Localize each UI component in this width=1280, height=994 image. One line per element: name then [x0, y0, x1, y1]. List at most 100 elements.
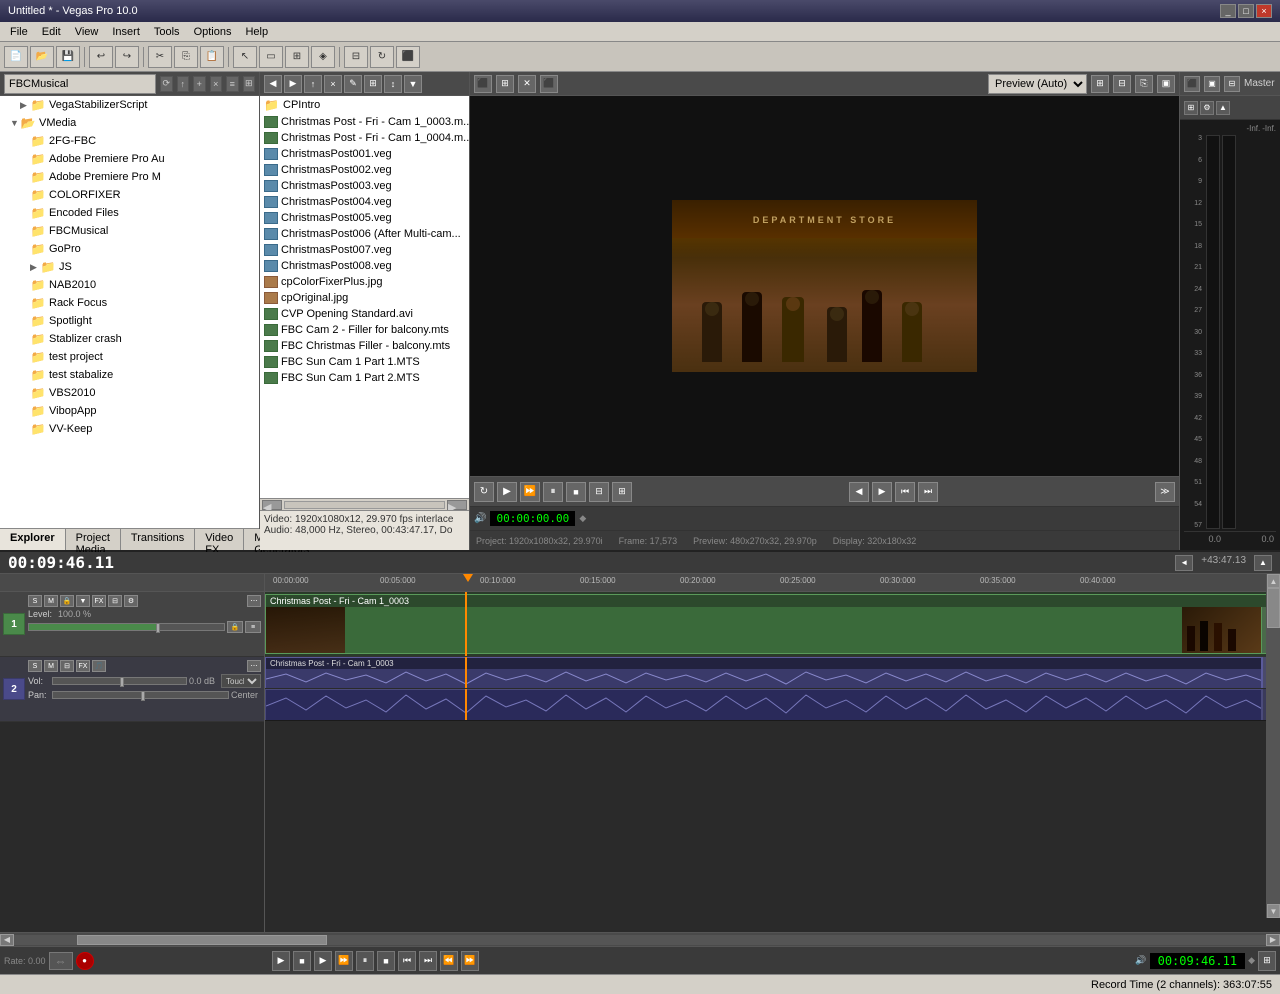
more-btn[interactable]: ≫ — [1155, 482, 1175, 502]
menu-view[interactable]: View — [69, 25, 105, 39]
preview-ctrl-btn2[interactable]: ⊞ — [496, 75, 514, 93]
vol-thumb[interactable] — [120, 677, 124, 687]
transport-pause[interactable]: ⏸ — [356, 951, 374, 971]
track-1-settings[interactable]: ⚙ — [124, 595, 138, 607]
master-ctrl1[interactable]: ▣ — [1204, 76, 1220, 92]
transport-play[interactable]: ▶ — [272, 951, 290, 971]
meter-ctrl1[interactable]: ⊞ — [1184, 101, 1198, 115]
track-1-fx[interactable]: FX — [92, 595, 106, 607]
file-item-cporiginal[interactable]: cpOriginal.jpg — [260, 290, 469, 306]
preview-ctrl-btn[interactable]: ⬛ — [474, 75, 492, 93]
track-1-lock2[interactable]: 🔒 — [227, 621, 243, 633]
scroll-right-btn[interactable]: ▶ — [447, 500, 467, 510]
menu-help[interactable]: Help — [239, 25, 274, 39]
preview-mode-select[interactable]: Preview (Auto) Preview Best Draft — [988, 74, 1087, 94]
h-scroll-track[interactable] — [14, 935, 1266, 945]
file-item-cam1-0004[interactable]: Christmas Post - Fri - Cam 1_0004.m... — [260, 130, 469, 146]
cut-button[interactable]: ✂ — [148, 46, 172, 68]
minimize-button[interactable]: _ — [1220, 4, 1236, 18]
render-button[interactable]: ⬛ — [396, 46, 420, 68]
grid-button[interactable]: ⊞ — [243, 76, 256, 92]
folder-plus-button[interactable]: + — [193, 76, 206, 92]
refresh-button[interactable]: ⟳ — [160, 76, 173, 92]
slider-thumb[interactable] — [156, 623, 160, 633]
track-2-touch-select[interactable]: Touch — [221, 674, 261, 688]
file-item-fbc-sun2[interactable]: FBC Sun Cam 1 Part 2.MTS — [260, 370, 469, 386]
stop-btn[interactable]: ■ — [566, 482, 586, 502]
transport-play2[interactable]: ▶ — [314, 951, 332, 971]
track-1-solo[interactable]: S — [28, 595, 42, 607]
open-button[interactable]: 📂 — [30, 46, 54, 68]
next-frame-btn[interactable]: ▶ — [872, 482, 892, 502]
view-button[interactable]: ⊞ — [364, 75, 382, 93]
tl-arrow-left[interactable]: ◄ — [1175, 555, 1193, 571]
close-button[interactable]: × — [1256, 4, 1272, 18]
tool-select[interactable]: ▭ — [259, 46, 283, 68]
h-scroll-thumb[interactable] — [77, 935, 327, 945]
next-button[interactable]: ▶ — [284, 75, 302, 93]
tree-item-teststabalize[interactable]: 📁 test stabalize — [0, 366, 259, 384]
timeline-v-scrollbar[interactable]: ▲ ▼ — [1266, 574, 1280, 918]
track-1-color[interactable]: ⊟ — [108, 595, 122, 607]
h-scroll-left[interactable]: ◀ — [0, 934, 14, 946]
tree-item-stablizer[interactable]: 📁 Stablizer crash — [0, 330, 259, 348]
tree-item-nab2010[interactable]: 📁 NAB2010 — [0, 276, 259, 294]
file-item-fbc-christmas[interactable]: FBC Christmas Filler - balcony.mts — [260, 338, 469, 354]
undo-button[interactable]: ↩ — [89, 46, 113, 68]
tree-item-spotlight[interactable]: 📁 Spotlight — [0, 312, 259, 330]
tab-video-fx[interactable]: Video FX — [195, 529, 244, 550]
audio-clip-bottom[interactable] — [265, 689, 1262, 721]
up-button[interactable]: ↑ — [177, 76, 190, 92]
tab-transitions[interactable]: Transitions — [121, 529, 195, 550]
sort-button[interactable]: ↕ — [384, 75, 402, 93]
file-item-veg003[interactable]: ChristmasPost003.veg — [260, 178, 469, 194]
transport-stop2[interactable]: ■ — [377, 951, 395, 971]
folder-dropdown[interactable] — [4, 74, 156, 94]
preview-ctrl-btn3[interactable]: ✕ — [518, 75, 536, 93]
preview-ctrl-btn4[interactable]: ⬛ — [540, 75, 558, 93]
transport-next[interactable]: ⏭ — [419, 951, 437, 971]
master-ctrl2[interactable]: ⊟ — [1224, 76, 1240, 92]
tl-expand-btn[interactable]: ▲ — [1254, 555, 1272, 571]
audio-track-lane-top[interactable]: Christmas Post - Fri - Cam 1_0003 ↕ — [265, 657, 1280, 689]
meter-ctrl2[interactable]: ⚙ — [1200, 101, 1214, 115]
track-2-solo[interactable]: S — [28, 660, 42, 672]
details-button[interactable]: ≡ — [226, 76, 239, 92]
menu-insert[interactable]: Insert — [106, 25, 146, 39]
v-scroll-up[interactable]: ▲ — [1267, 574, 1280, 588]
tree-item-vibopapp[interactable]: 📁 VibopApp — [0, 402, 259, 420]
audio-track-lane-bottom[interactable]: ↕ — [265, 689, 1280, 721]
tree-item-vegastabilizer[interactable]: ▶ 📁 VegaStabilizerScript — [0, 96, 259, 114]
tree-item-testproject[interactable]: 📁 test project — [0, 348, 259, 366]
tab-project-media[interactable]: Project Media — [66, 529, 121, 550]
paste-button[interactable]: 📋 — [200, 46, 224, 68]
preview-copy-btn[interactable]: ⎘ — [1135, 75, 1153, 93]
meter-ctrl3[interactable]: ▲ — [1216, 101, 1230, 115]
next-event-btn[interactable]: ⏭ — [918, 482, 938, 502]
tree-item-vbs2010[interactable]: 📁 VBS2010 — [0, 384, 259, 402]
preview-external-btn[interactable]: ▣ — [1157, 75, 1175, 93]
play-btn[interactable]: ▶ — [497, 482, 517, 502]
file-list-scrollbar[interactable]: ◀ ▶ — [260, 498, 469, 510]
master-rec-btn[interactable]: ⬛ — [1184, 76, 1200, 92]
file-item-veg008[interactable]: ChristmasPost008.veg — [260, 258, 469, 274]
timeline-h-scrollbar[interactable]: ◀ ▶ — [0, 932, 1280, 946]
audio-clip-top[interactable]: Christmas Post - Fri - Cam 1_0003 — [265, 657, 1262, 689]
menu-tools[interactable]: Tools — [148, 25, 186, 39]
save-button[interactable]: 💾 — [56, 46, 80, 68]
snap-button[interactable]: ⊟ — [344, 46, 368, 68]
tree-item-encoded[interactable]: 📁 Encoded Files — [0, 204, 259, 222]
track-2-pan-slider[interactable] — [52, 691, 229, 699]
tree-item-vmedia[interactable]: ▼ 📂 VMedia — [0, 114, 259, 132]
v-scroll-thumb[interactable] — [1267, 588, 1280, 628]
rename-button[interactable]: ✎ — [344, 75, 362, 93]
copy-button[interactable]: ⎘ — [174, 46, 198, 68]
new-button[interactable]: 📄 — [4, 46, 28, 68]
record-button[interactable]: ● — [76, 952, 94, 970]
track-2-vol-slider[interactable] — [52, 677, 187, 685]
snap-btn[interactable]: ⊞ — [612, 482, 632, 502]
menu-edit[interactable]: Edit — [36, 25, 67, 39]
transport-end-btn[interactable]: ⊞ — [1258, 951, 1276, 971]
file-item-veg007[interactable]: ChristmasPost007.veg — [260, 242, 469, 258]
tree-item-vvkeep[interactable]: 📁 VV-Keep — [0, 420, 259, 438]
